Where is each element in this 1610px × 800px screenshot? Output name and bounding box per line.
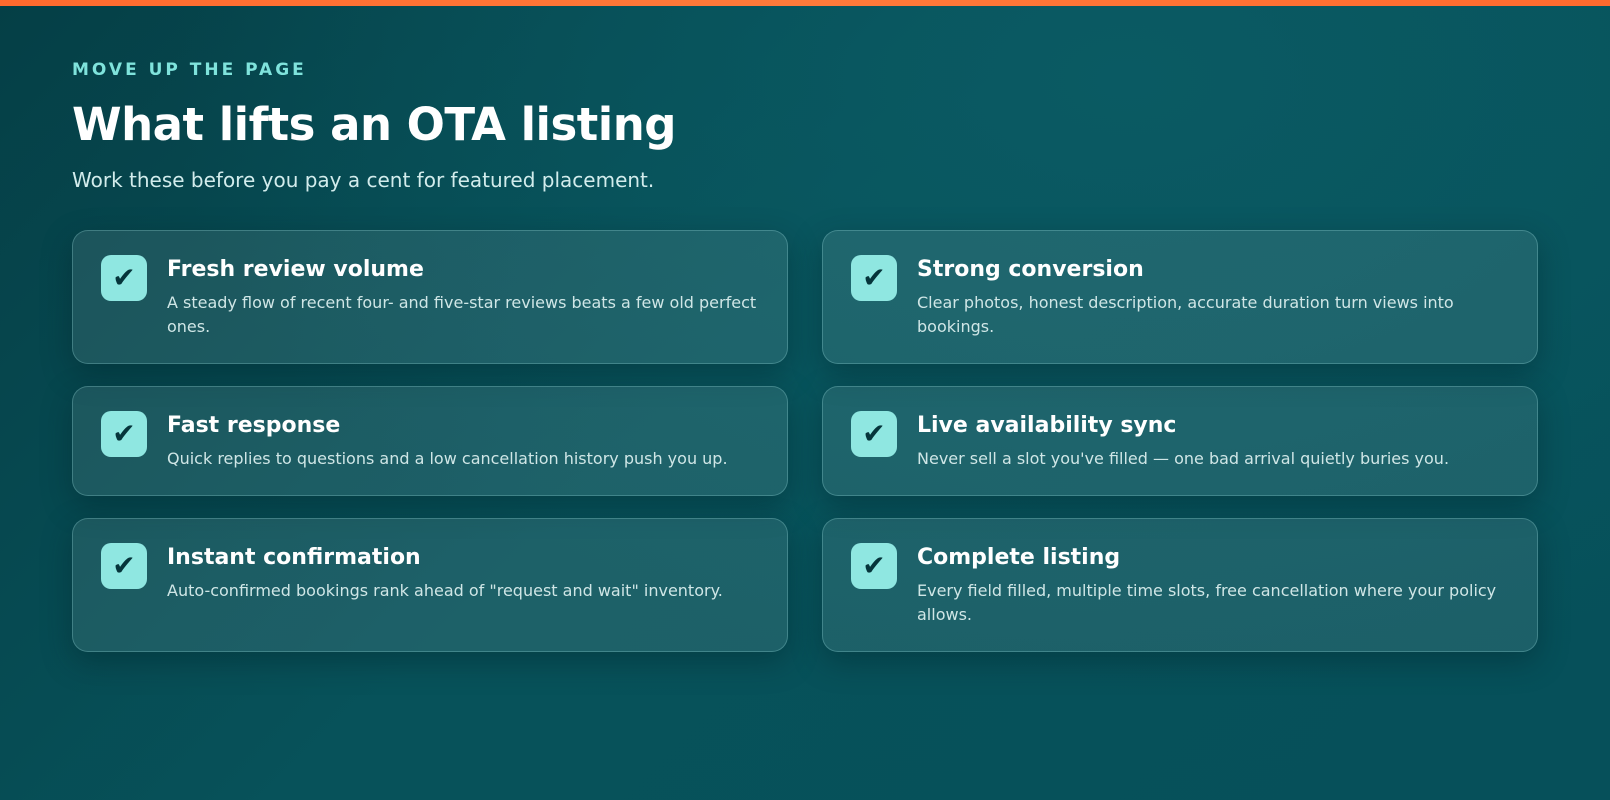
checkmark-icon: ✔	[851, 411, 897, 457]
card-title: Live availability sync	[917, 413, 1177, 438]
eyebrow-label: MOVE UP THE PAGE	[72, 60, 307, 80]
card-instant-confirmation: ✔ Instant confirmation Auto-confirmed bo…	[72, 518, 788, 652]
card-description: Auto-confirmed bookings rank ahead of "r…	[167, 581, 723, 600]
checkmark-icon: ✔	[101, 411, 147, 457]
card-fresh-review-volume: ✔ Fresh review volume A steady flow of r…	[72, 230, 788, 364]
card-title: Complete listing	[917, 545, 1121, 570]
top-accent-bar	[0, 0, 1610, 6]
checkmark-icon: ✔	[101, 543, 147, 589]
checkmark-icon: ✔	[851, 543, 897, 589]
card-title: Fast response	[167, 413, 341, 438]
card-title: Fresh review volume	[167, 257, 424, 282]
card-description: Every field filled, multiple time slots,…	[917, 581, 1497, 624]
card-strong-conversion: ✔ Strong conversion Clear photos, honest…	[822, 230, 1538, 364]
card-title: Strong conversion	[917, 257, 1144, 282]
card-description: Never sell a slot you've filled — one ba…	[917, 449, 1450, 468]
section-header: MOVE UP THE PAGE What lifts an OTA listi…	[72, 58, 1372, 194]
page-title: What lifts an OTA listing	[72, 98, 676, 151]
card-description: A steady flow of recent four- and five-s…	[167, 293, 757, 336]
checkmark-icon: ✔	[851, 255, 897, 301]
page-subtitle: Work these before you pay a cent for fea…	[72, 168, 655, 192]
card-live-availability-sync: ✔ Live availability sync Never sell a sl…	[822, 386, 1538, 496]
card-complete-listing: ✔ Complete listing Every field filled, m…	[822, 518, 1538, 652]
card-description: Quick replies to questions and a low can…	[167, 449, 728, 468]
checkmark-icon: ✔	[101, 255, 147, 301]
card-title: Instant confirmation	[167, 545, 421, 570]
card-fast-response: ✔ Fast response Quick replies to questio…	[72, 386, 788, 496]
card-description: Clear photos, honest description, accura…	[917, 293, 1454, 336]
